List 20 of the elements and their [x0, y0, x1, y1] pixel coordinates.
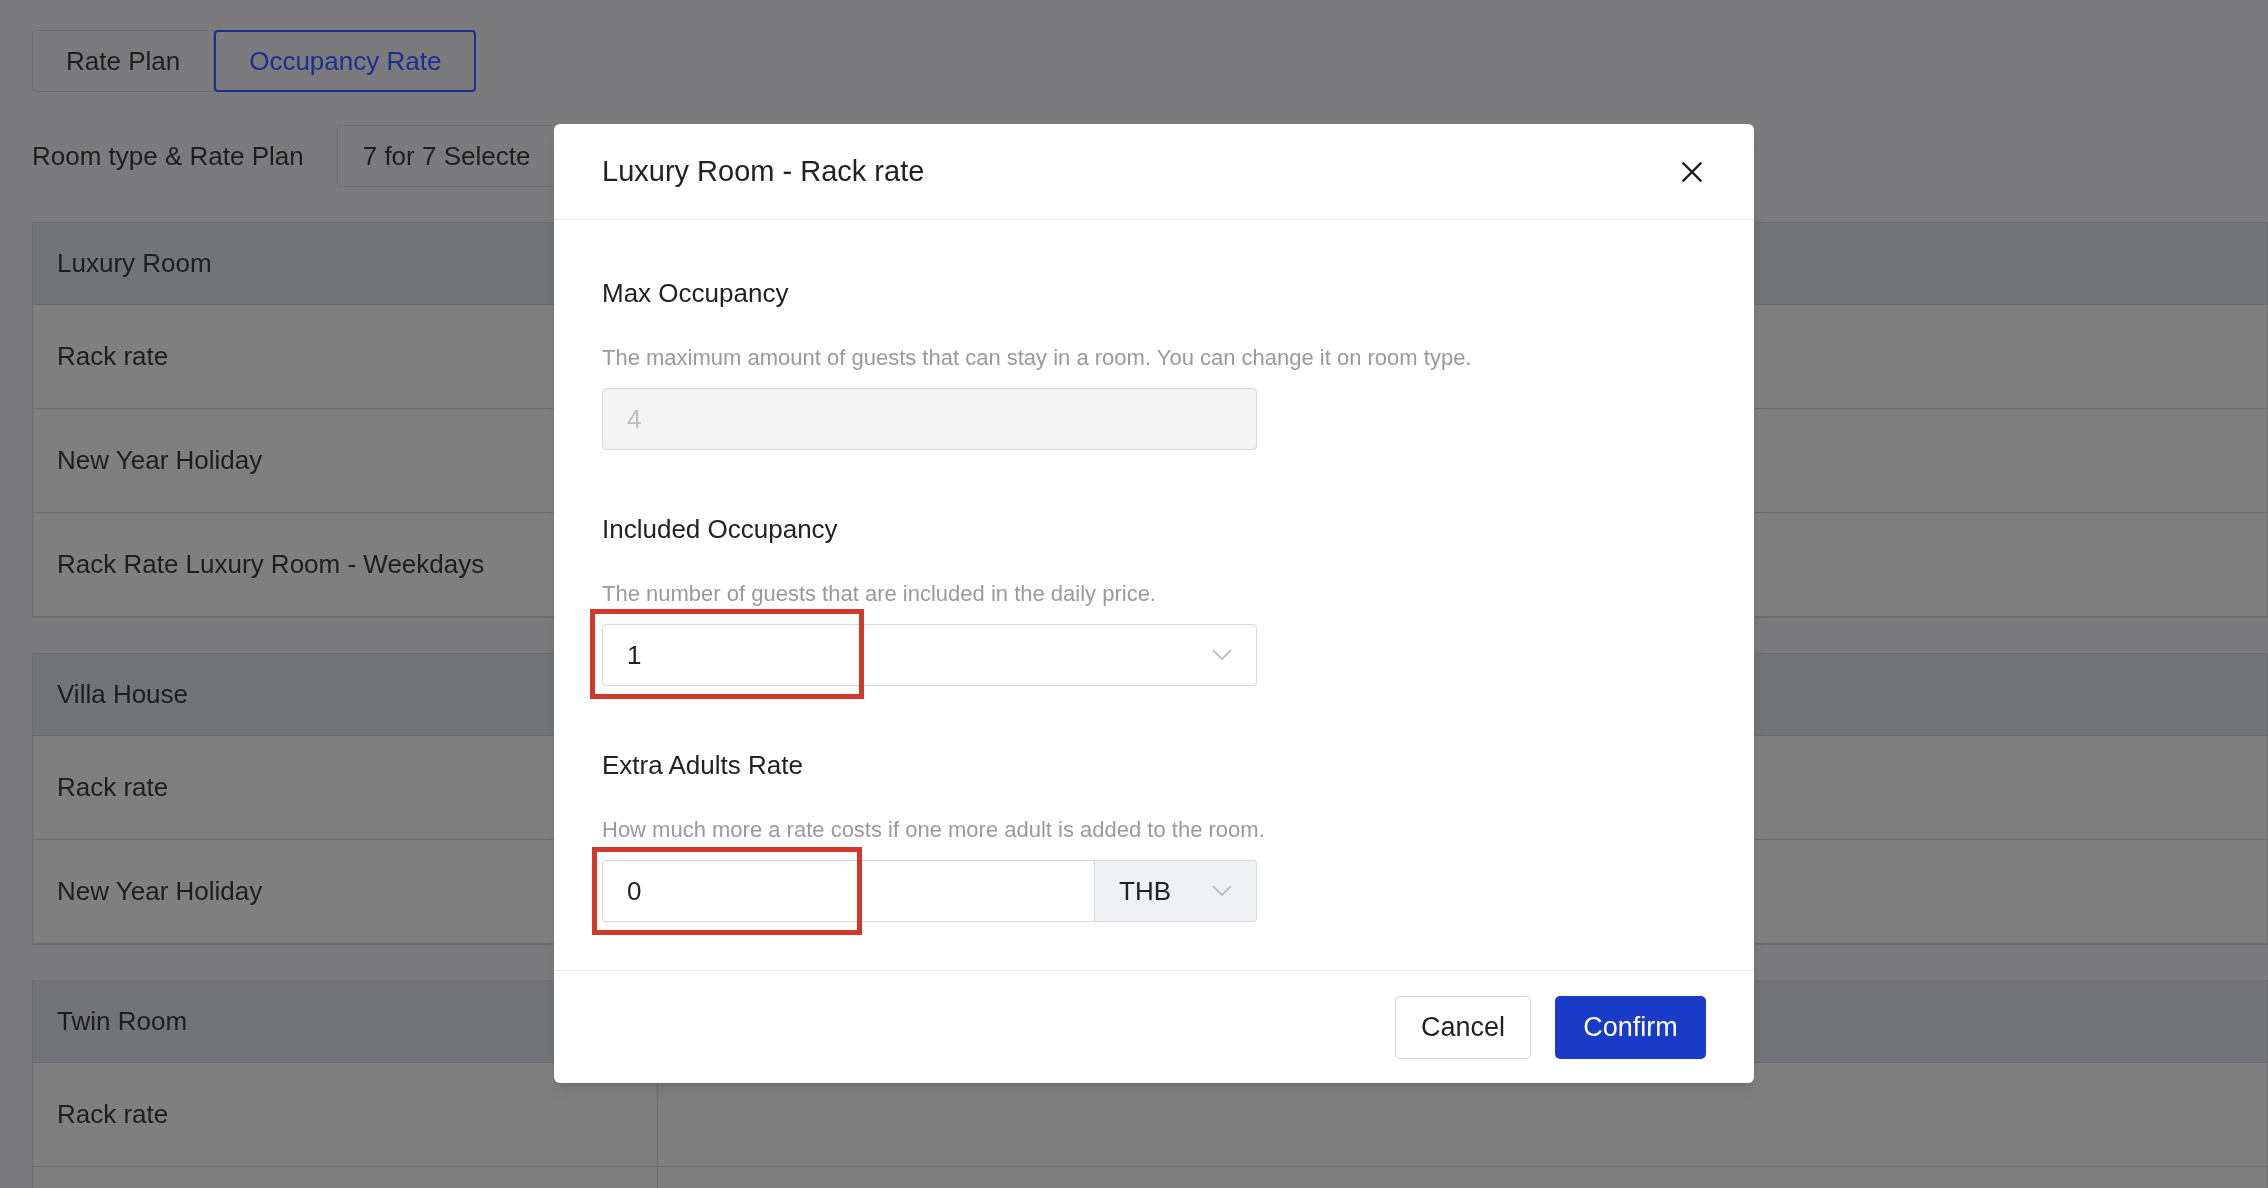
- rate-input[interactable]: 0: [602, 860, 1095, 922]
- chevron-down-icon: [1212, 649, 1232, 661]
- rate-plan-name: Rack rate: [57, 1098, 169, 1131]
- section-description: The number of guests that are included in the daily price.: [602, 580, 1157, 608]
- section-description: The maximum amount of guests that can stay in a room. You can change it on room type.: [602, 344, 1473, 372]
- confirm-button[interactable]: Confirm: [1555, 995, 1706, 1059]
- currency-select[interactable]: THB: [1095, 860, 1257, 922]
- occupancy-select[interactable]: 1: [602, 624, 1257, 686]
- chevron-down-icon: [1212, 885, 1232, 897]
- cancel-button[interactable]: Cancel: [1395, 995, 1531, 1059]
- section-description: How much more a rate costs if one more adult is added to the room.: [602, 816, 1266, 844]
- tab[interactable]: Rate Plan: [32, 30, 215, 92]
- rate-plan-name: Rack rate: [57, 340, 169, 373]
- rate-plan-name: Rack rate: [57, 771, 169, 804]
- section-title: Extra Adults Rate: [602, 749, 804, 782]
- section-title: Included Occupancy: [602, 513, 839, 546]
- rate-plan-name: New Year Holiday: [57, 444, 263, 477]
- filter-label: Room type & Rate Plan: [32, 139, 304, 173]
- rate-plan-name: Rack Rate Luxury Room - Weekdays: [57, 548, 485, 581]
- rate-plan-name: New Year Holiday: [57, 875, 263, 908]
